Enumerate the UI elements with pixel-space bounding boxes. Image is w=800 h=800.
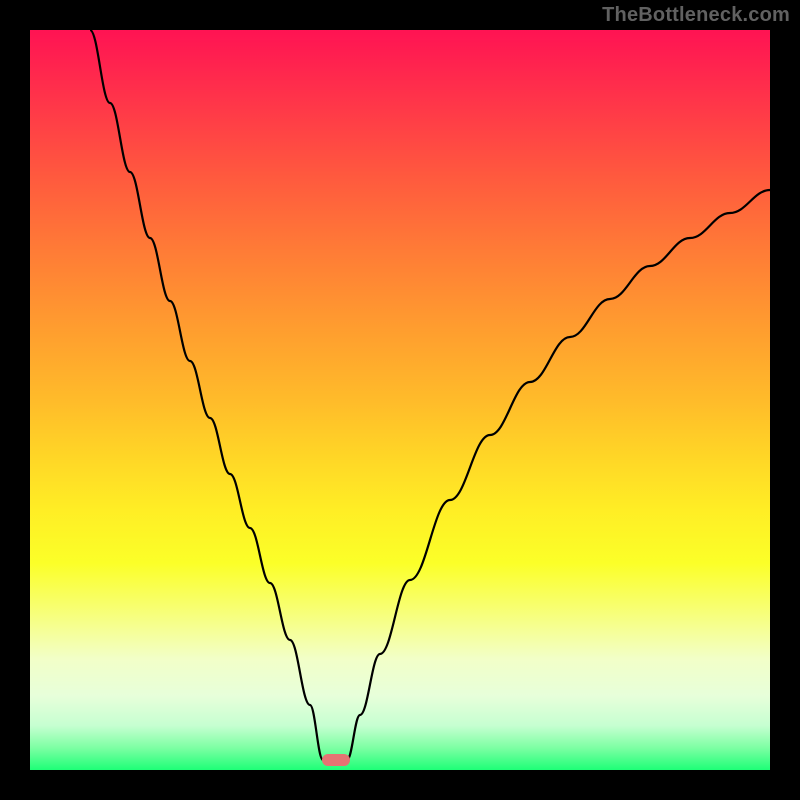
chart-plot-area	[30, 30, 770, 770]
curve-left-branch	[90, 30, 323, 760]
minimum-marker	[322, 754, 350, 766]
curve-right-branch	[347, 190, 770, 760]
chart-curve	[30, 30, 770, 770]
watermark-text: TheBottleneck.com	[602, 4, 790, 27]
